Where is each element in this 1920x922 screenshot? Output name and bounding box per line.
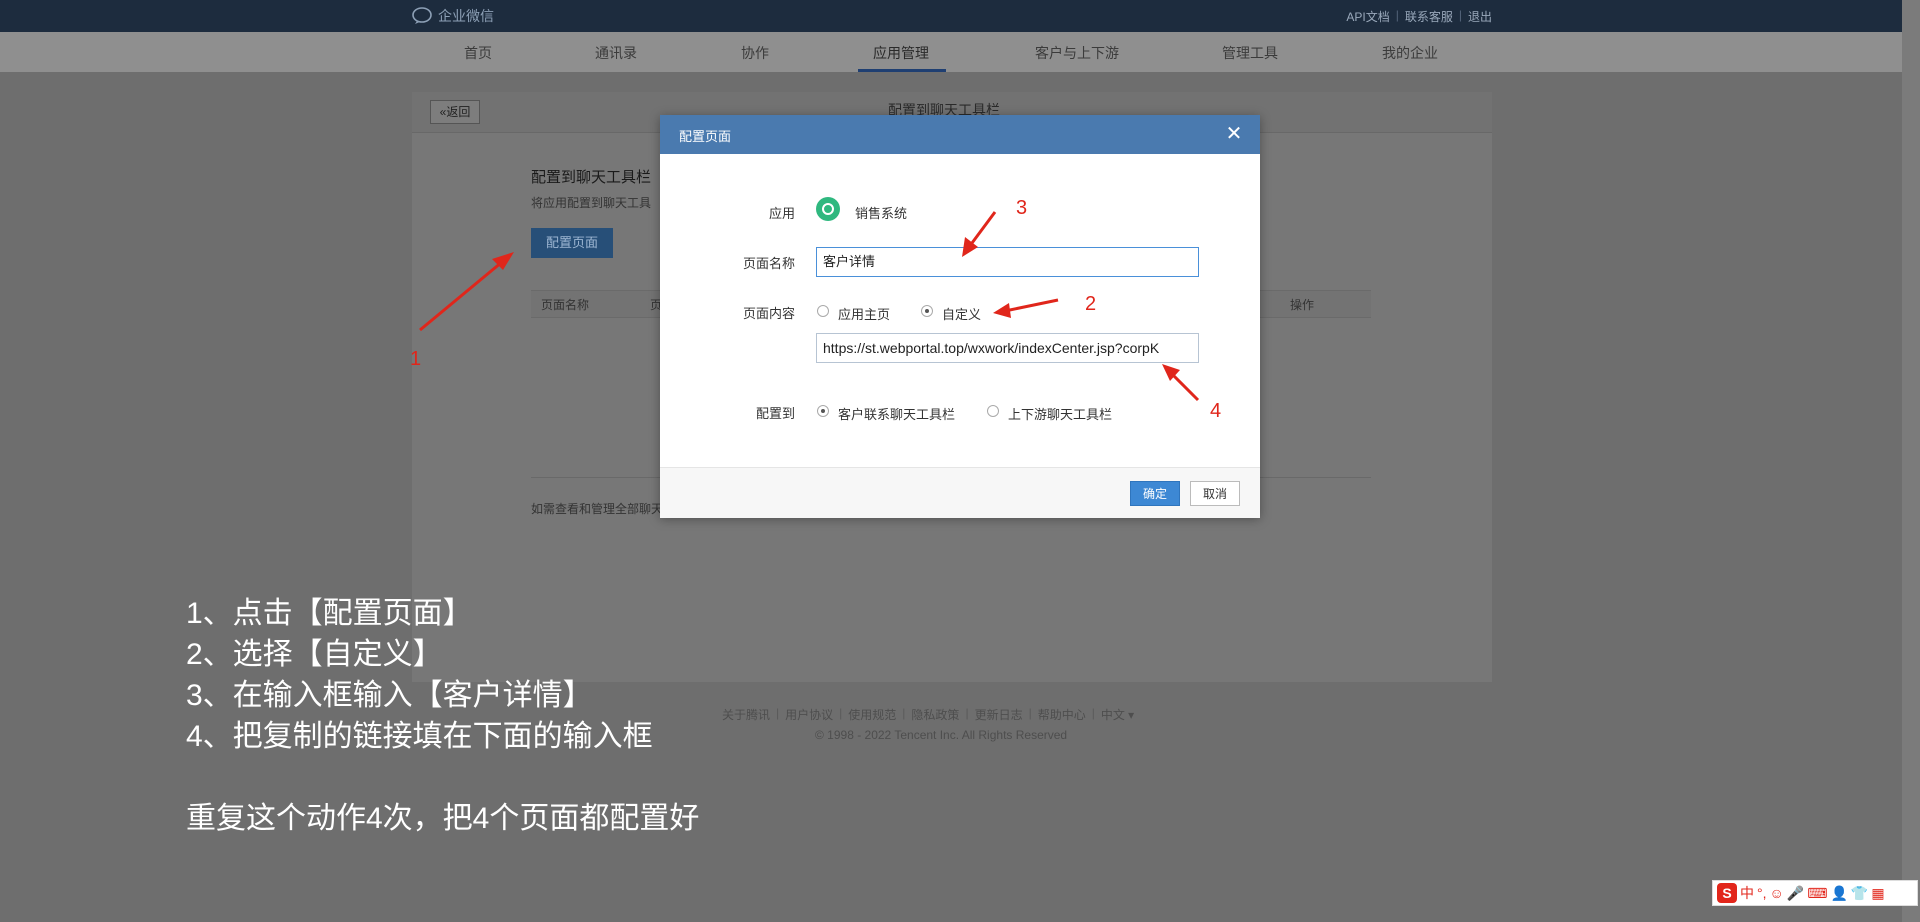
microphone-icon[interactable]: 🎤 [1787,885,1804,902]
instruction-line: 2、选择【自定义】 [186,638,443,671]
sogou-logo-icon[interactable]: S [1717,883,1737,903]
instruction-spacer [186,757,699,798]
instructions: 1、点击【配置页面】 2、选择【自定义】 3、在输入框输入【客户详情】 4、把复… [186,593,699,839]
ime-toolbar[interactable]: S 中 °, ☺ 🎤 ⌨ 👤 👕 ▦ [1712,880,1918,906]
instruction-line: 重复这个动作4次，把4个页面都配置好 [186,802,700,835]
ime-mode-toggle[interactable]: 中 [1740,883,1754,903]
user-icon[interactable]: 👤 [1830,885,1847,902]
instruction-line: 1、点击【配置页面】 [186,597,473,630]
arrow-2 [993,298,1059,318]
annotation-number-3: 3 [1016,197,1028,219]
annotation-number-1: 1 [410,348,422,370]
annotation-number-4: 4 [1210,400,1222,422]
instruction-line: 4、把复制的链接填在下面的输入框 [186,720,653,753]
arrow-4 [1162,364,1200,402]
skin-icon[interactable]: 👕 [1851,885,1868,902]
keyboard-icon[interactable]: ⌨ [1807,885,1827,902]
arrow-3 [962,211,997,257]
instruction-line: 3、在输入框输入【客户详情】 [186,679,593,712]
toolbox-icon[interactable]: ▦ [1871,885,1884,902]
arrow-1 [419,252,514,332]
ime-punctuation-toggle[interactable]: °, [1757,885,1767,901]
emoji-icon[interactable]: ☺ [1770,885,1784,901]
annotation-number-2: 2 [1085,293,1097,315]
